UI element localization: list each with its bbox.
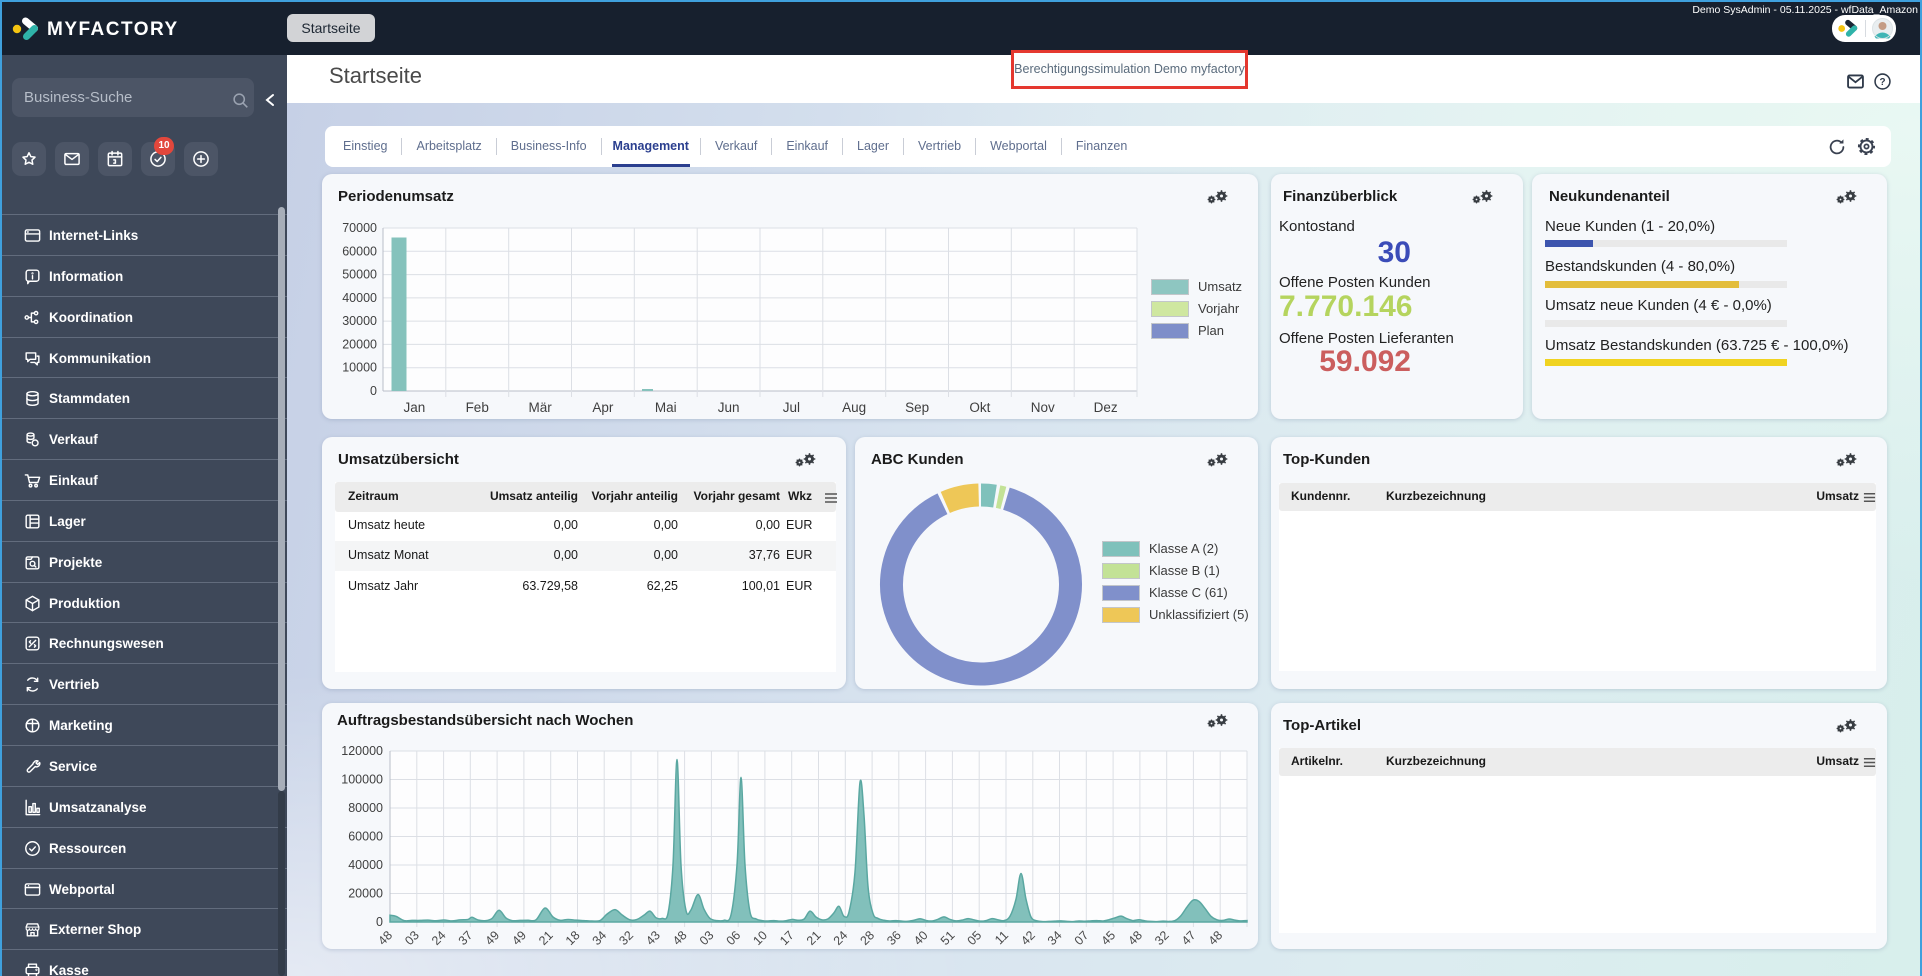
svg-text:80000: 80000 xyxy=(348,801,383,815)
svg-text:11: 11 xyxy=(992,928,1011,947)
svg-text:10000: 10000 xyxy=(342,361,377,375)
svg-text:18: 18 xyxy=(563,928,583,948)
svg-text:Aug: Aug xyxy=(842,400,866,415)
svg-text:40000: 40000 xyxy=(348,858,383,872)
svg-text:34: 34 xyxy=(590,928,610,948)
svg-text:20000: 20000 xyxy=(342,337,377,351)
svg-text:03: 03 xyxy=(697,928,717,948)
svg-text:24: 24 xyxy=(831,928,851,948)
svg-text:20000: 20000 xyxy=(348,887,383,901)
svg-text:Feb: Feb xyxy=(466,400,489,415)
svg-text:48: 48 xyxy=(375,928,395,948)
svg-text:30000: 30000 xyxy=(342,314,377,328)
svg-text:100000: 100000 xyxy=(341,773,383,787)
svg-text:37: 37 xyxy=(456,928,476,948)
svg-text:40000: 40000 xyxy=(342,291,377,305)
svg-text:21: 21 xyxy=(536,928,556,948)
svg-text:50000: 50000 xyxy=(342,268,377,282)
svg-text:07: 07 xyxy=(1072,928,1092,948)
svg-text:60000: 60000 xyxy=(342,244,377,258)
svg-text:60000: 60000 xyxy=(348,830,383,844)
svg-text:0: 0 xyxy=(370,384,377,398)
svg-text:Sep: Sep xyxy=(905,400,929,415)
svg-text:?: ? xyxy=(1879,77,1885,88)
svg-text:28: 28 xyxy=(857,928,877,948)
svg-text:40: 40 xyxy=(911,928,931,948)
svg-text:Nov: Nov xyxy=(1031,400,1055,415)
svg-text:51: 51 xyxy=(938,928,958,948)
svg-text:Jan: Jan xyxy=(404,400,426,415)
svg-text:48: 48 xyxy=(1206,928,1226,948)
svg-text:03: 03 xyxy=(402,928,422,948)
svg-text:45: 45 xyxy=(1098,928,1118,948)
svg-text:48: 48 xyxy=(1125,928,1145,948)
svg-text:Dez: Dez xyxy=(1094,400,1118,415)
svg-text:32: 32 xyxy=(1152,928,1172,948)
svg-text:43: 43 xyxy=(643,928,663,948)
svg-text:34: 34 xyxy=(1045,928,1065,948)
svg-text:05: 05 xyxy=(965,928,985,948)
svg-text:47: 47 xyxy=(1179,928,1199,948)
svg-text:Mär: Mär xyxy=(528,400,552,415)
svg-text:10: 10 xyxy=(750,928,770,948)
svg-text:Mai: Mai xyxy=(655,400,677,415)
svg-text:36: 36 xyxy=(884,928,904,948)
svg-text:17: 17 xyxy=(777,928,797,948)
svg-text:70000: 70000 xyxy=(342,221,377,235)
svg-text:Apr: Apr xyxy=(592,400,614,415)
svg-text:21: 21 xyxy=(804,928,824,948)
svg-text:48: 48 xyxy=(670,928,690,948)
svg-text:49: 49 xyxy=(482,928,502,948)
svg-text:06: 06 xyxy=(724,928,744,948)
svg-text:Jul: Jul xyxy=(783,400,800,415)
svg-text:120000: 120000 xyxy=(341,744,383,758)
svg-text:Jun: Jun xyxy=(718,400,740,415)
svg-text:0: 0 xyxy=(376,915,383,929)
svg-text:32: 32 xyxy=(616,928,636,948)
svg-text:42: 42 xyxy=(1018,928,1038,948)
svg-text:24: 24 xyxy=(429,928,449,948)
svg-text:Okt: Okt xyxy=(969,400,990,415)
svg-text:49: 49 xyxy=(509,928,529,948)
